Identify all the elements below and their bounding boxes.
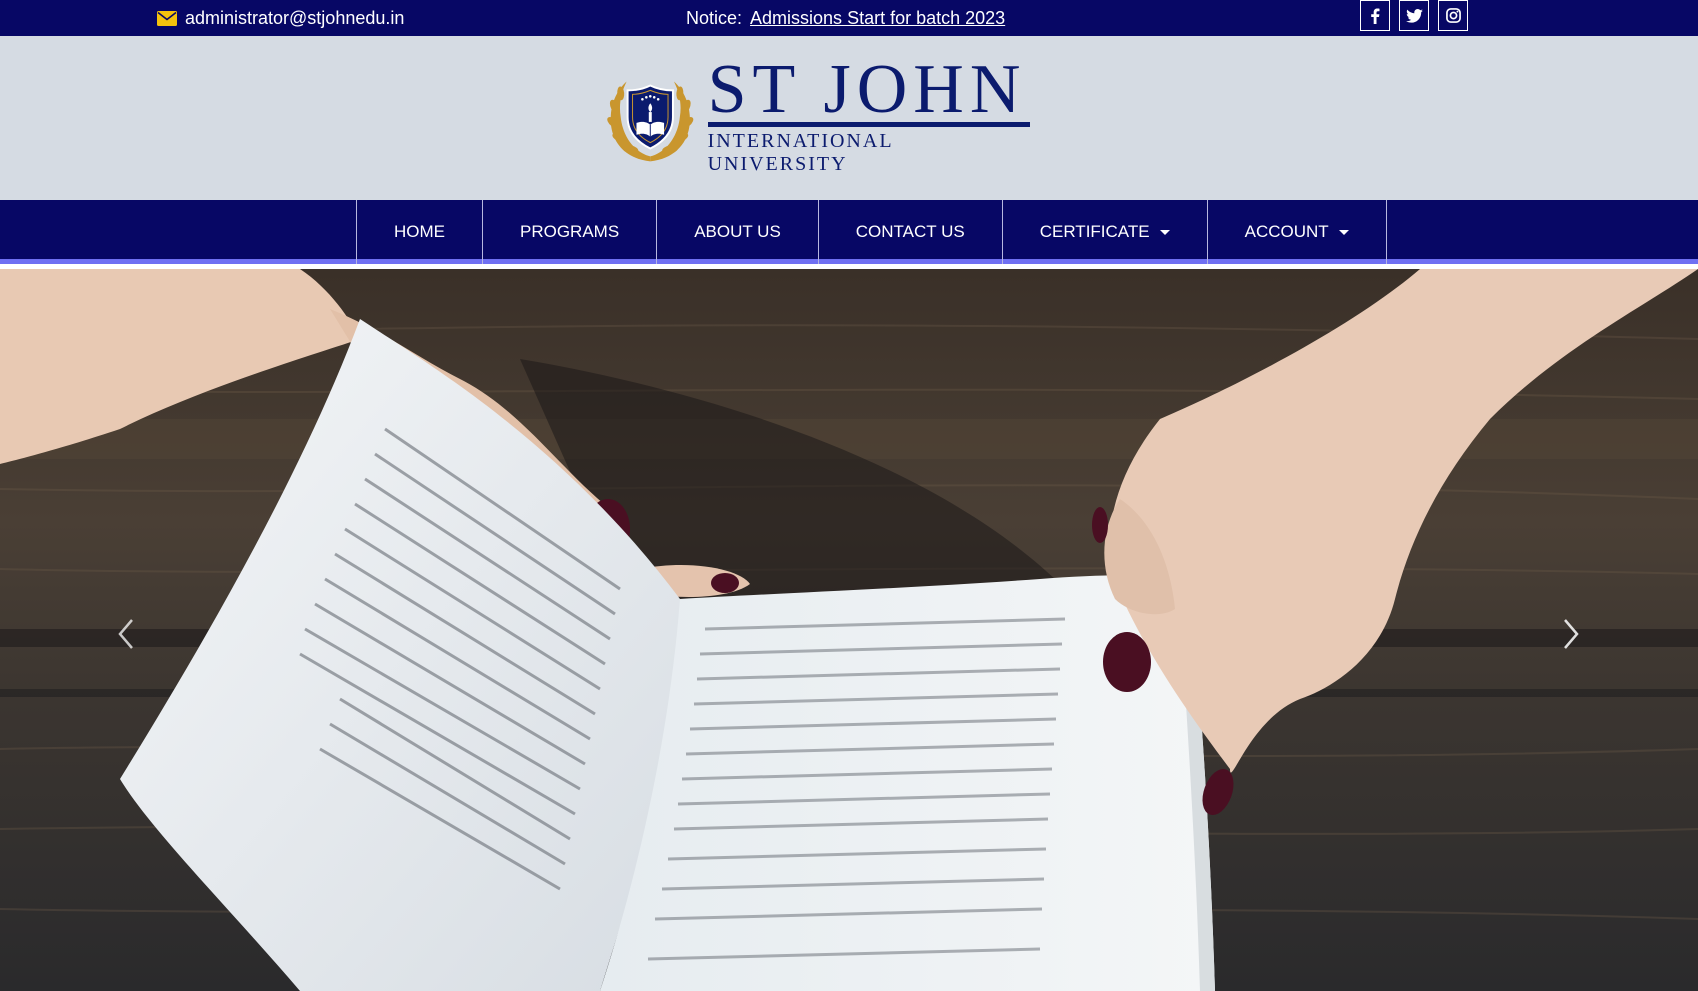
instagram-icon [1445, 8, 1461, 23]
social-links [1360, 0, 1468, 31]
top-bar: administrator@stjohnedu.in Notice: Admis… [0, 0, 1698, 36]
instagram-button[interactable] [1438, 0, 1468, 31]
university-crest-icon [607, 81, 694, 162]
logo-text: ST JOHN INTERNATIONAL UNIVERSITY [707, 51, 1035, 176]
site-logo[interactable]: ST JOHN INTERNATIONAL UNIVERSITY [601, 55, 1035, 175]
logo-divider [707, 122, 1030, 127]
logo-name: ST JOHN [707, 51, 1027, 128]
notice: Notice: Admissions Start for batch 2023 [686, 5, 1005, 31]
nav-item-label: PROGRAMS [520, 222, 620, 241]
nav-item-label: CERTIFICATE [1039, 222, 1150, 241]
twitter-icon [1405, 8, 1423, 23]
carousel-next-button[interactable] [1555, 614, 1585, 654]
notice-link[interactable]: Admissions Start for batch 2023 [750, 8, 1005, 29]
nav-item-label: ABOUT US [694, 222, 781, 241]
facebook-icon [1371, 8, 1380, 24]
nav-item-programs[interactable]: PROGRAMS [482, 200, 656, 264]
nav-item-home[interactable]: HOME [356, 200, 482, 264]
chevron-left-icon [118, 619, 133, 649]
chevron-right-icon [1564, 619, 1579, 649]
caret-down-icon [1159, 229, 1170, 235]
facebook-button[interactable] [1360, 0, 1390, 31]
nav-item-certificate[interactable]: CERTIFICATE [1001, 200, 1207, 264]
twitter-button[interactable] [1399, 0, 1429, 31]
hero-carousel [0, 269, 1698, 991]
nav-item-contact-us[interactable]: CONTACT US [817, 200, 1002, 264]
contact-email[interactable]: administrator@stjohnedu.in [157, 5, 404, 31]
nav-item-label: HOME [394, 222, 445, 241]
hero-image [0, 269, 1698, 991]
mail-icon [157, 10, 177, 26]
nav-item-label: ACCOUNT [1244, 222, 1329, 241]
nav-item-about-us[interactable]: ABOUT US [656, 200, 818, 264]
nav-item-label: CONTACT US [855, 222, 965, 241]
notice-label: Notice: [686, 7, 743, 28]
email-text: administrator@stjohnedu.in [185, 7, 405, 28]
nav-item-account[interactable]: ACCOUNT [1206, 200, 1387, 264]
main-nav: HOME PROGRAMS ABOUT US CONTACT US CERTIF… [0, 200, 1698, 264]
logo-subtitle: INTERNATIONAL UNIVERSITY [707, 130, 893, 175]
caret-down-icon [1338, 229, 1349, 235]
carousel-prev-button[interactable] [112, 614, 142, 654]
